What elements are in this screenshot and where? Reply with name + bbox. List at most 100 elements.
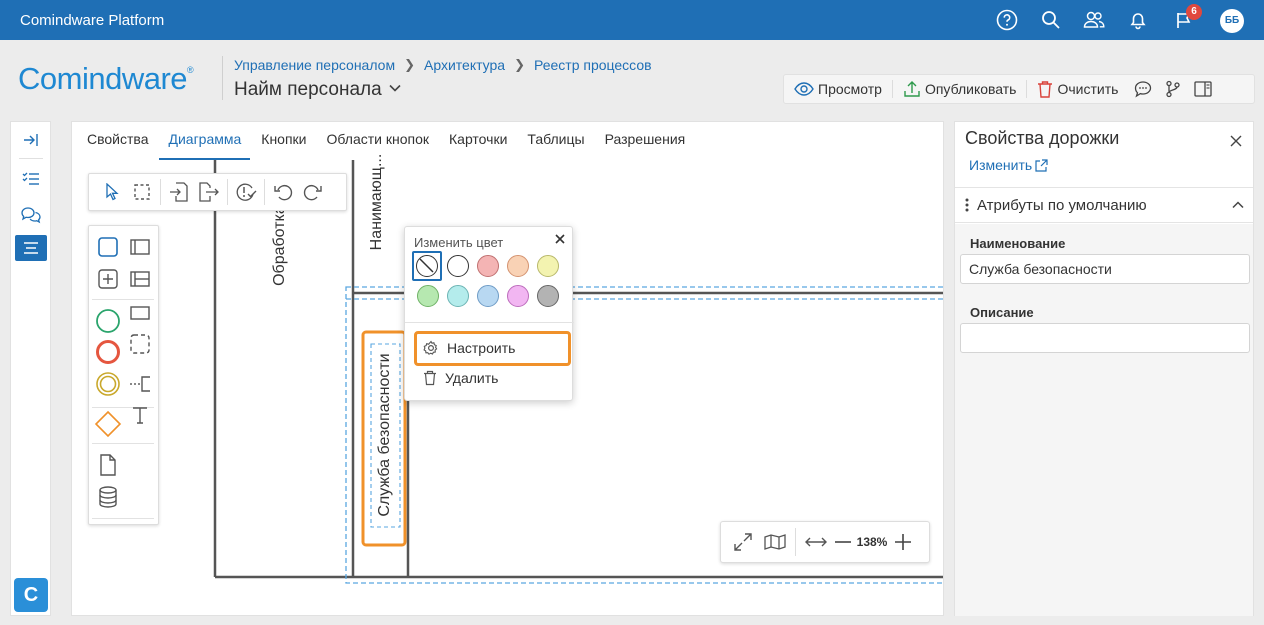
search-icon[interactable] bbox=[1039, 8, 1063, 32]
name-field-label: Наименование bbox=[970, 236, 1066, 251]
preview-button[interactable]: Просмотр bbox=[784, 74, 892, 104]
redo-icon[interactable] bbox=[298, 177, 328, 207]
users-icon[interactable] bbox=[1082, 8, 1106, 32]
lasso-select-icon[interactable] bbox=[127, 177, 157, 207]
close-icon[interactable] bbox=[1227, 132, 1245, 150]
breadcrumb-separator-icon: ❯ bbox=[404, 57, 415, 72]
logo-mark: ® bbox=[187, 65, 194, 75]
breadcrumb-item-architecture[interactable]: Архитектура bbox=[424, 57, 505, 73]
eye-icon bbox=[794, 82, 814, 96]
zoom-out-icon[interactable] bbox=[832, 527, 854, 557]
no-color-swatch[interactable] bbox=[416, 255, 438, 277]
delete-label: Удалить bbox=[445, 370, 499, 386]
branch-icon[interactable] bbox=[1158, 74, 1188, 104]
start-event-icon[interactable] bbox=[93, 306, 123, 336]
chevron-up-icon[interactable] bbox=[1231, 198, 1245, 215]
end-event-icon[interactable] bbox=[93, 337, 123, 367]
pool-shape-icon[interactable] bbox=[125, 232, 155, 262]
delete-menu-item[interactable]: Удалить bbox=[405, 363, 572, 393]
preview-label: Просмотр bbox=[818, 81, 882, 97]
task-shape-icon[interactable] bbox=[93, 232, 123, 262]
yellow-swatch[interactable] bbox=[537, 255, 559, 277]
page-title-text: Найм персонала bbox=[234, 79, 382, 100]
white-swatch[interactable] bbox=[447, 255, 469, 277]
header-actions-toolbar: Просмотр Опубликовать Очистить bbox=[783, 74, 1255, 104]
collapse-icon[interactable] bbox=[15, 127, 47, 153]
publish-label: Опубликовать bbox=[924, 81, 1017, 97]
close-icon[interactable] bbox=[552, 231, 568, 247]
green-swatch[interactable] bbox=[417, 285, 439, 307]
export-icon[interactable] bbox=[194, 177, 224, 207]
description-field[interactable] bbox=[960, 323, 1250, 353]
data-store-icon[interactable] bbox=[93, 482, 123, 512]
clear-button[interactable]: Очистить bbox=[1027, 74, 1128, 104]
document-icon[interactable] bbox=[93, 450, 123, 480]
rail-divider bbox=[19, 158, 43, 159]
toolbar-divider bbox=[264, 179, 265, 205]
chevron-down-icon[interactable] bbox=[388, 79, 402, 101]
lane-shape-icon[interactable] bbox=[125, 264, 155, 294]
comments-icon[interactable] bbox=[1128, 74, 1158, 104]
default-attributes-section[interactable]: Атрибуты по умолчанию bbox=[955, 187, 1253, 223]
toolbar-divider bbox=[795, 528, 796, 556]
bell-icon[interactable] bbox=[1126, 8, 1150, 32]
breadcrumb-separator-icon: ❯ bbox=[514, 57, 525, 72]
fit-width-icon[interactable] bbox=[800, 527, 832, 557]
help-icon[interactable] bbox=[995, 8, 1019, 32]
gateway-icon[interactable] bbox=[93, 409, 123, 439]
lane-properties-panel: Свойства дорожки Изменить Атрибуты по ум… bbox=[954, 121, 1254, 616]
toolbar-divider bbox=[160, 179, 161, 205]
import-icon[interactable] bbox=[164, 177, 194, 207]
checklist-icon[interactable] bbox=[15, 166, 47, 192]
zoom-level: 138% bbox=[856, 535, 888, 549]
list-icon[interactable] bbox=[15, 235, 47, 261]
section-body: Наименование Служба безопасности Описани… bbox=[955, 224, 1253, 616]
edit-link[interactable]: Изменить bbox=[969, 157, 1048, 173]
chat-icon[interactable] bbox=[15, 202, 47, 228]
breadcrumb-item-process-registry[interactable]: Реестр процессов bbox=[534, 57, 652, 73]
diagram-panel: Свойства Диаграмма Кнопки Области кнопок… bbox=[71, 121, 944, 616]
shapes-palette bbox=[88, 225, 159, 525]
logo[interactable]: Comindware® bbox=[18, 61, 194, 97]
lane-label-selected[interactable]: Служба безопасности bbox=[376, 353, 394, 516]
fit-screen-icon[interactable] bbox=[727, 527, 759, 557]
minimap-icon[interactable] bbox=[759, 527, 791, 557]
toolbar-divider bbox=[227, 179, 228, 205]
undo-icon[interactable] bbox=[268, 177, 298, 207]
trash-icon bbox=[1038, 81, 1053, 98]
text-tool-icon[interactable] bbox=[125, 400, 155, 430]
validate-icon[interactable] bbox=[231, 177, 261, 207]
publish-button[interactable]: Опубликовать bbox=[893, 74, 1027, 104]
intermediate-event-icon[interactable] bbox=[93, 369, 123, 399]
orange-swatch[interactable] bbox=[507, 255, 529, 277]
panel-title: Свойства дорожки bbox=[965, 128, 1120, 148]
name-field[interactable]: Служба безопасности bbox=[960, 254, 1250, 284]
left-rail: C bbox=[10, 121, 51, 616]
group-shape-icon[interactable] bbox=[125, 329, 155, 359]
page-title[interactable]: Найм персонала bbox=[234, 79, 402, 101]
cyan-swatch[interactable] bbox=[447, 285, 469, 307]
clear-label: Очистить bbox=[1057, 81, 1119, 97]
drag-handle-icon[interactable] bbox=[961, 197, 973, 213]
header-divider bbox=[222, 56, 223, 100]
platform-logo[interactable]: C bbox=[14, 578, 48, 612]
breadcrumb: Управление персоналом ❯ Архитектура ❯ Ре… bbox=[234, 57, 652, 73]
section-title: Атрибуты по умолчанию bbox=[977, 196, 1147, 214]
blue-swatch[interactable] bbox=[477, 285, 499, 307]
subprocess-shape-icon[interactable] bbox=[93, 264, 123, 294]
zoom-in-icon[interactable] bbox=[890, 527, 916, 557]
pointer-icon[interactable] bbox=[97, 177, 127, 207]
red-swatch[interactable] bbox=[477, 255, 499, 277]
text-annotation-icon[interactable] bbox=[125, 369, 155, 399]
annotation-box-icon[interactable] bbox=[125, 298, 155, 328]
magenta-swatch[interactable] bbox=[507, 285, 529, 307]
configure-highlight bbox=[414, 331, 571, 366]
app-title[interactable]: Comindware Platform bbox=[20, 12, 164, 29]
lane-label-mid[interactable]: Нанимающ... bbox=[368, 154, 386, 251]
breadcrumb-item-hr[interactable]: Управление персоналом bbox=[234, 57, 395, 73]
panel-toggle-icon[interactable] bbox=[1188, 74, 1218, 104]
edit-link-label: Изменить bbox=[969, 157, 1033, 173]
lane-context-menu: Изменить цвет Настроить Удалить bbox=[404, 226, 574, 401]
gray-swatch[interactable] bbox=[537, 285, 559, 307]
avatar[interactable]: ББ bbox=[1220, 9, 1244, 33]
